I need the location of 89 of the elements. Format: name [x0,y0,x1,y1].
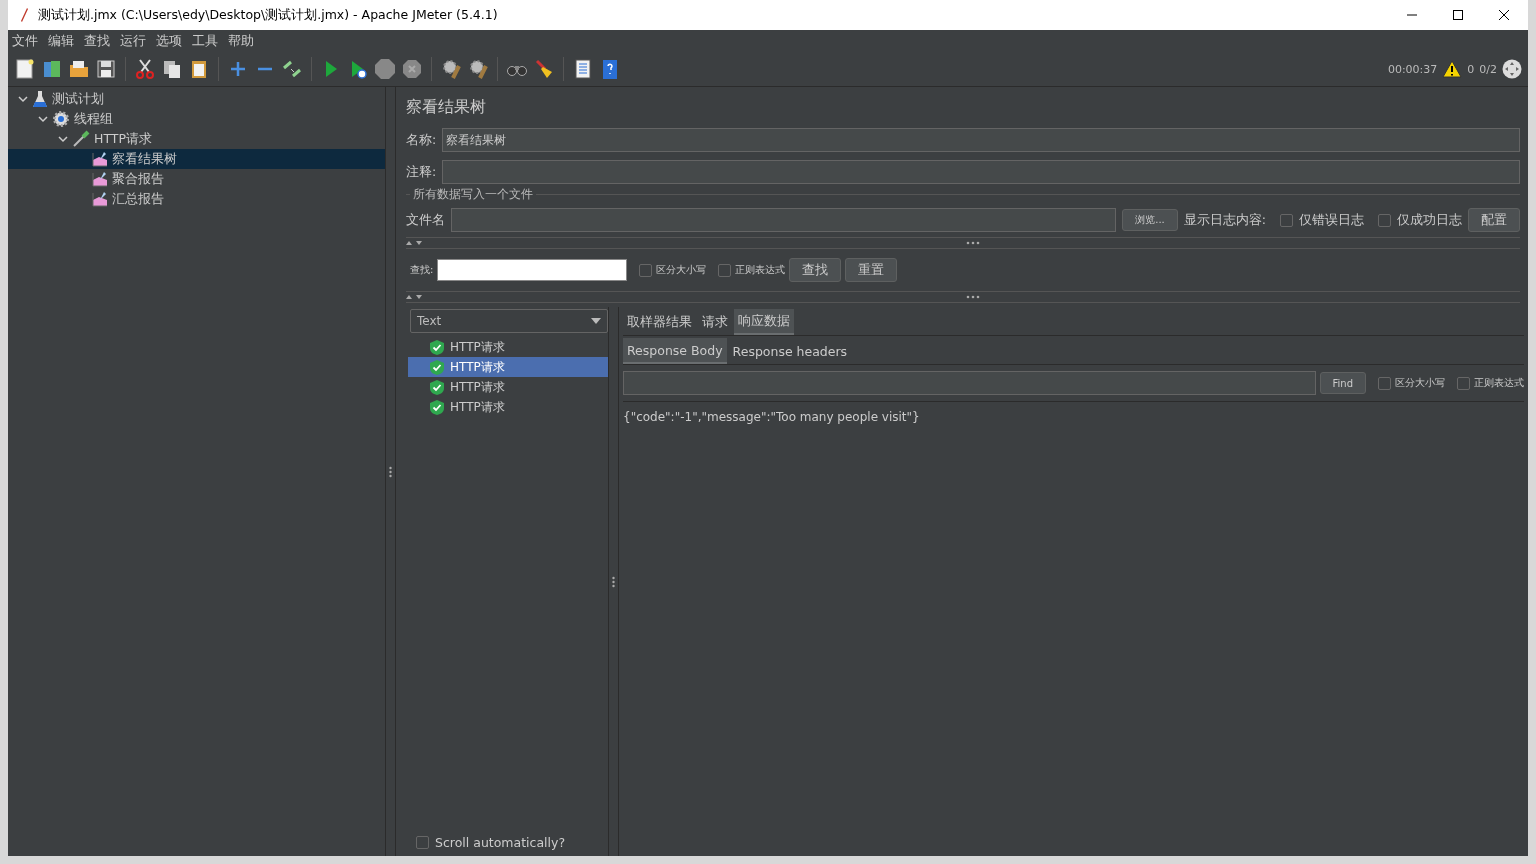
stop-icon[interactable] [374,58,396,80]
broom-icon[interactable] [533,58,555,80]
sample-item[interactable]: HTTP请求 [408,357,608,377]
splitter-handle-icon[interactable] [612,575,615,588]
new-file-icon[interactable] [14,58,36,80]
cut-icon[interactable] [134,58,156,80]
flask-icon [32,90,48,108]
pipette-icon [72,130,90,148]
menu-item[interactable]: 编辑 [48,32,74,50]
clear-icon[interactable] [440,58,462,80]
window-title: 测试计划.jmx (C:\Users\edy\Desktop\测试计划.jmx) - Apache JMeter (5.4.1) [38,6,498,24]
gear-icon [52,110,70,128]
log-label: 显示日志内容: [1183,211,1266,229]
filename-label: 文件名 [406,211,445,229]
thread-count: 0/2 [1479,62,1497,76]
save-icon[interactable] [95,58,117,80]
open-folder-icon[interactable] [68,58,90,80]
tab[interactable]: Response Body [623,338,727,364]
templates-icon[interactable] [41,58,63,80]
menu-item[interactable]: 工具 [192,32,218,50]
tree-item[interactable]: 测试计划 [8,89,385,109]
panel-title: 察看结果树 [405,96,487,118]
name-field[interactable]: 察看结果树 [442,128,1520,152]
checkbox-label: 正则表达式 [1474,376,1524,390]
renderer-dropdown[interactable]: Text [410,309,608,333]
checkbox[interactable] [639,263,653,277]
menu-item[interactable]: 文件 [12,32,38,50]
name-label: 名称: [406,131,437,149]
shield-check-icon [430,339,444,355]
reset-button[interactable]: 重置 [845,258,898,282]
tab[interactable]: 请求 [698,309,732,335]
checkbox[interactable] [1378,213,1391,227]
chart-icon [92,191,108,207]
clear-all-icon[interactable] [467,58,489,80]
checkbox[interactable] [1280,213,1293,227]
browse-button[interactable]: 浏览... [1122,209,1178,231]
checkbox[interactable] [718,263,732,277]
checkbox-label: 正则表达式 [735,263,786,277]
error-count: 0 [1467,62,1475,76]
maximize-icon[interactable] [1452,9,1464,21]
list-icon[interactable] [572,58,594,80]
checkbox[interactable] [1457,376,1470,390]
shield-check-icon [430,399,444,415]
menu-item[interactable]: 查找 [84,32,110,50]
tree-item[interactable]: 汇总报告 [8,189,385,209]
tab[interactable]: 响应数据 [734,309,794,335]
tab[interactable]: Response headers [728,338,852,364]
copy-icon[interactable] [161,58,183,80]
sample-item[interactable]: HTTP请求 [408,337,608,357]
menu-item[interactable]: 运行 [120,32,146,50]
checkbox-label: 仅错误日志 [1299,211,1364,229]
splitter-handle-icon[interactable] [966,241,980,245]
splitter-handle-icon[interactable] [966,295,980,299]
feather-icon [18,7,30,23]
checkbox[interactable] [1378,376,1391,390]
comment-label: 注释: [406,163,437,181]
configure-button[interactable]: 配置 [1468,208,1520,232]
response-body: {"code":"-1","message":"Too many people visit"} [623,409,921,426]
search-label: 查找: [410,263,434,277]
menu-item[interactable]: 选项 [156,32,182,50]
chart-icon [92,171,108,187]
checkbox-label: 仅成功日志 [1397,211,1462,229]
elapsed-time: 00:00:37 [1387,62,1438,76]
tree-item[interactable]: 察看结果树 [8,149,385,169]
shutdown-icon[interactable] [401,58,423,80]
tree-item[interactable]: HTTP请求 [8,129,385,149]
sample-item[interactable]: HTTP请求 [408,397,608,417]
thread-status-icon [1502,59,1522,79]
shield-check-icon [430,359,444,375]
chart-icon [92,151,108,167]
checkbox-label: Scroll automatically? [435,834,566,850]
warning-icon[interactable] [1442,60,1463,78]
tab[interactable]: 取样器结果 [623,309,696,335]
toggle-icon[interactable] [281,58,303,80]
find-button[interactable]: 查找 [789,258,842,282]
find-button[interactable]: Find [1319,372,1366,394]
splitter-handle-icon[interactable] [389,465,392,478]
checkbox[interactable] [416,835,429,849]
close-icon[interactable] [1498,9,1510,21]
search-field[interactable] [437,259,628,281]
checkbox-label: 区分大小写 [1395,376,1445,390]
tree-item[interactable]: 聚合报告 [8,169,385,189]
checkbox-label: 区分大小写 [656,263,707,277]
section-title: 所有数据写入一个文件 [410,186,536,203]
shield-check-icon [430,379,444,395]
sample-item[interactable]: HTTP请求 [408,377,608,397]
tree-item[interactable]: 线程组 [8,109,385,129]
caret-icon [591,318,601,324]
menu-item[interactable]: 帮助 [228,32,254,50]
